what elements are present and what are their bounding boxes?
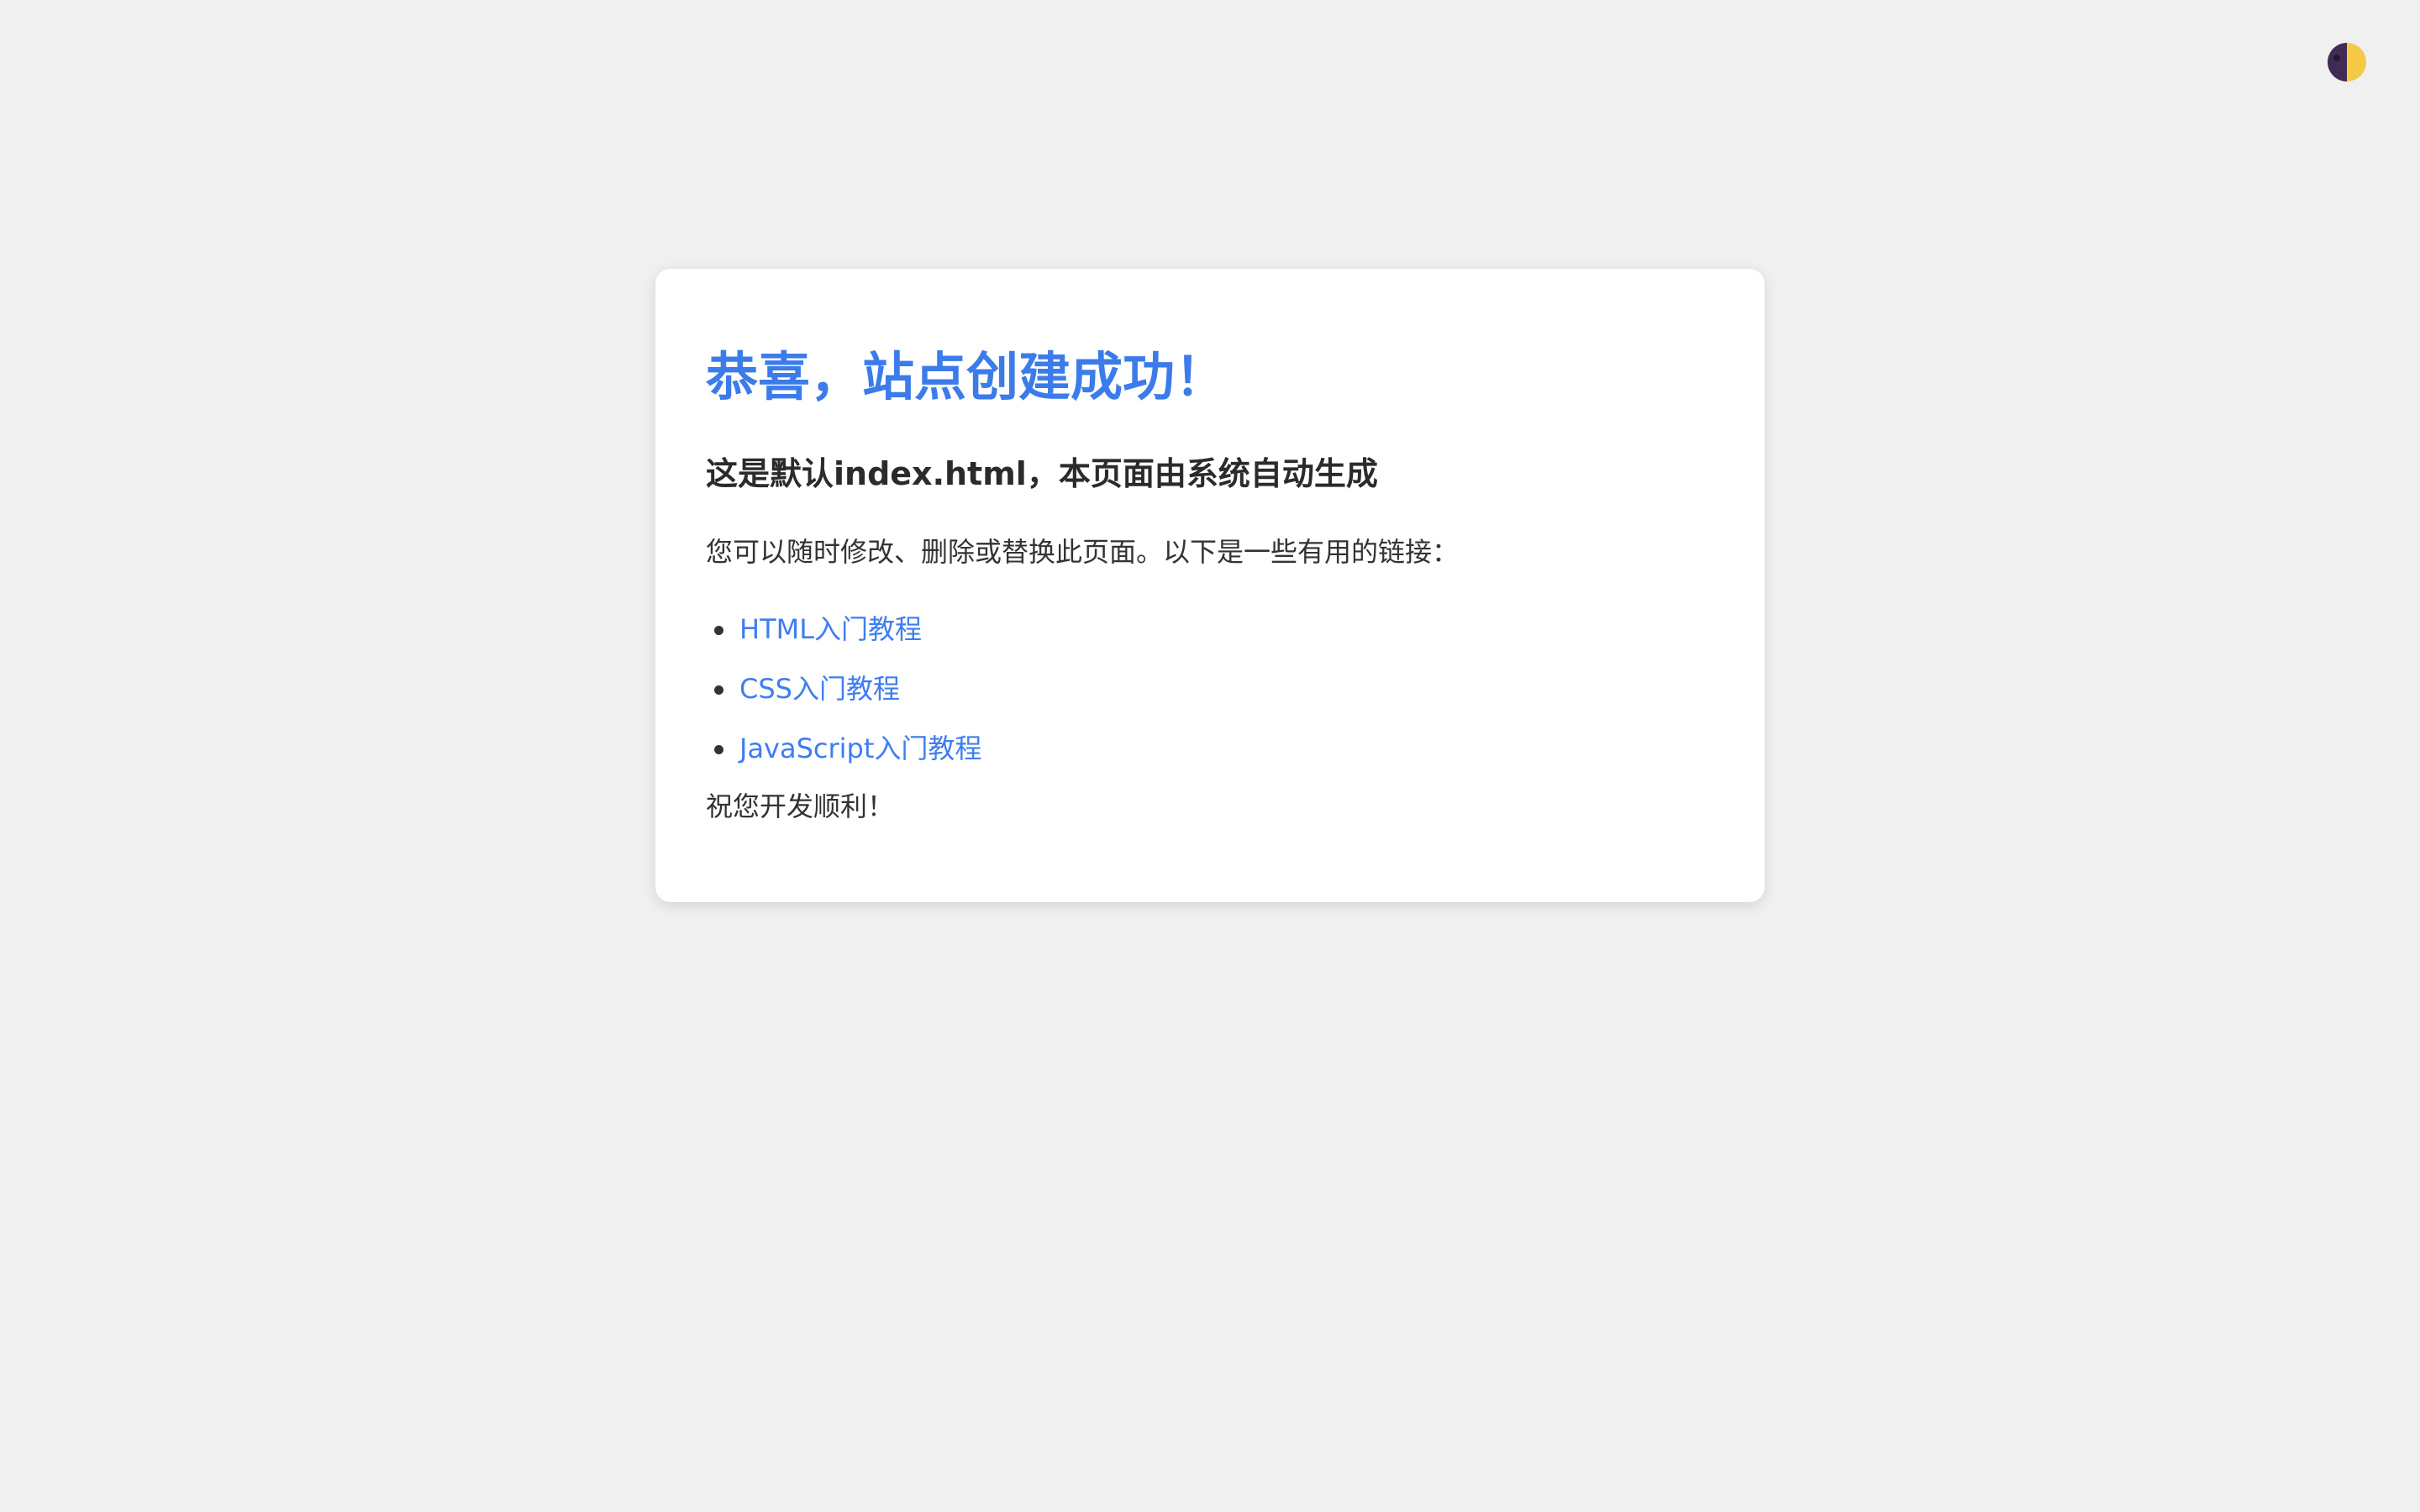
closing-text: 祝您开发顺利！ bbox=[706, 790, 895, 823]
link-css-tutorial[interactable]: CSS入门教程 bbox=[739, 673, 900, 705]
bullet-icon bbox=[714, 685, 723, 696]
link-html-tutorial[interactable]: HTML入门教程 bbox=[739, 613, 922, 645]
list-item-css: CSS入门教程 bbox=[706, 659, 1714, 719]
link-javascript-tutorial[interactable]: JavaScript入门教程 bbox=[739, 732, 981, 764]
intro-text: 您可以随时修改、删除或替换此页面。以下是一些有用的链接： bbox=[706, 535, 1460, 568]
list-item-html: HTML入门教程 bbox=[706, 600, 1714, 659]
bullet-icon bbox=[714, 745, 723, 755]
page-title: 恭喜，站点创建成功！ bbox=[706, 346, 1228, 407]
theme-toggle-light-half bbox=[2347, 43, 2366, 81]
theme-toggle-icon[interactable] bbox=[2328, 43, 2366, 81]
links-list: HTML入门教程 CSS入门教程 JavaScript入门教程 bbox=[706, 600, 1714, 779]
page-subtitle: 这是默认index.html，本页面由系统自动生成 bbox=[706, 455, 1378, 493]
welcome-card: 恭喜，站点创建成功！ 这是默认index.html，本页面由系统自动生成 您可以… bbox=[655, 269, 1765, 902]
list-item-javascript: JavaScript入门教程 bbox=[706, 719, 1714, 779]
bullet-icon bbox=[714, 626, 723, 636]
theme-toggle-dark-half bbox=[2328, 43, 2347, 81]
